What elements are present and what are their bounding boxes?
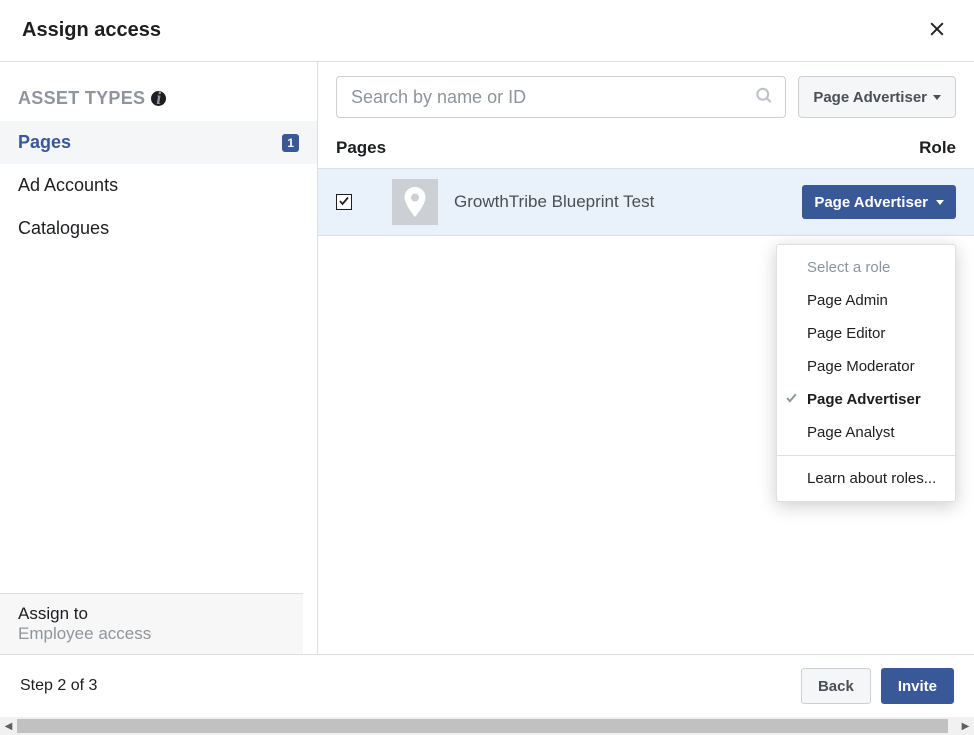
scroll-thumb[interactable]: [17, 719, 948, 733]
dropdown-placeholder: Select a role: [777, 251, 955, 284]
role-filter-button[interactable]: Page Advertiser: [798, 76, 956, 118]
assign-to-label: Assign to: [18, 604, 285, 624]
location-pin-icon: [392, 179, 438, 225]
step-indicator: Step 2 of 3: [20, 677, 97, 695]
sidebar-item-label: Ad Accounts: [18, 175, 118, 196]
main-content: ASSET TYPES i Pages 1 Ad Accounts Catalo…: [0, 62, 974, 655]
info-icon[interactable]: i: [151, 91, 166, 106]
dropdown-divider: [777, 455, 955, 456]
dropdown-option-page-advertiser[interactable]: Page Advertiser: [777, 383, 955, 416]
back-button[interactable]: Back: [801, 668, 871, 704]
chevron-down-icon: [936, 200, 944, 205]
asset-types-list: Pages 1 Ad Accounts Catalogues: [0, 121, 317, 250]
column-header-pages: Pages: [336, 138, 386, 158]
dropdown-option-page-admin[interactable]: Page Admin: [777, 284, 955, 317]
row-role-label: Page Advertiser: [814, 194, 928, 211]
sidebar-item-pages[interactable]: Pages 1: [0, 121, 317, 164]
horizontal-scrollbar[interactable]: ◀ ▶: [0, 717, 974, 735]
sidebar-item-count: 1: [282, 134, 299, 152]
content-pane: Page Advertiser Pages Role GrowthT: [318, 62, 974, 654]
role-dropdown: Select a role Page Admin Page Editor Pag…: [776, 244, 956, 502]
dialog-header: Assign access: [0, 0, 974, 62]
dropdown-option-page-analyst[interactable]: Page Analyst: [777, 416, 955, 449]
check-icon: [785, 391, 798, 408]
check-icon: [338, 194, 350, 210]
invite-button[interactable]: Invite: [881, 668, 954, 704]
assign-to-value: Employee access: [18, 624, 285, 644]
sidebar-item-ad-accounts[interactable]: Ad Accounts: [0, 164, 317, 207]
close-icon: [927, 19, 947, 42]
scroll-track[interactable]: [17, 717, 957, 735]
sidebar-item-catalogues[interactable]: Catalogues: [0, 207, 317, 250]
dialog-title: Assign access: [22, 19, 161, 42]
table-row: GrowthTribe Blueprint Test Page Advertis…: [318, 169, 974, 236]
list-header: Pages Role: [318, 130, 974, 169]
page-name: GrowthTribe Blueprint Test: [454, 192, 786, 212]
chevron-down-icon: [933, 95, 941, 100]
search-row: Page Advertiser: [318, 62, 974, 130]
search-wrap: [336, 76, 786, 118]
dropdown-learn-more[interactable]: Learn about roles...: [777, 462, 955, 495]
row-checkbox[interactable]: [336, 194, 352, 210]
dropdown-option-page-moderator[interactable]: Page Moderator: [777, 350, 955, 383]
sidebar-item-label: Catalogues: [18, 218, 109, 239]
dropdown-option-page-editor[interactable]: Page Editor: [777, 317, 955, 350]
asset-types-heading: ASSET TYPES i: [0, 62, 317, 121]
assign-to-box: Assign to Employee access: [0, 593, 303, 654]
search-input[interactable]: [336, 76, 786, 118]
sidebar-item-label: Pages: [18, 132, 71, 153]
column-header-role: Role: [919, 138, 956, 158]
dropdown-option-label: Page Advertiser: [807, 391, 921, 408]
dialog-footer: Step 2 of 3 Back Invite: [0, 655, 974, 717]
role-filter-label: Page Advertiser: [813, 89, 927, 106]
sidebar: ASSET TYPES i Pages 1 Ad Accounts Catalo…: [0, 62, 318, 654]
asset-types-label: ASSET TYPES: [18, 88, 145, 109]
search-icon: [754, 86, 774, 109]
scroll-left-arrow[interactable]: ◀: [0, 717, 17, 735]
row-role-button[interactable]: Page Advertiser: [802, 185, 956, 219]
close-button[interactable]: [922, 16, 952, 46]
scroll-right-arrow[interactable]: ▶: [957, 717, 974, 735]
